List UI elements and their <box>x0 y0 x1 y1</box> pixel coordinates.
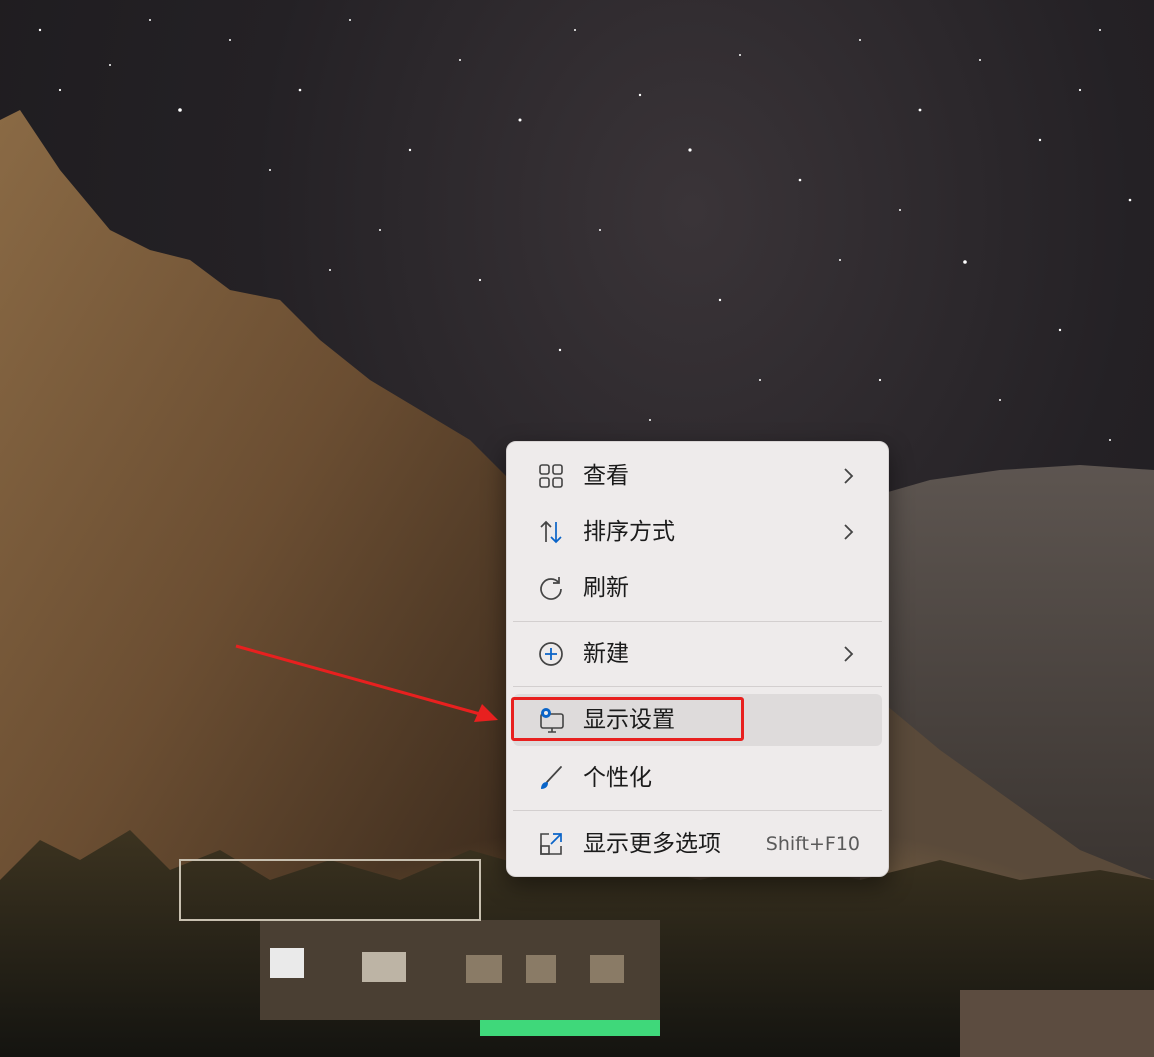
menu-item-label: 刷新 <box>583 575 629 601</box>
menu-separator <box>513 686 882 687</box>
menu-item-personalize[interactable]: 个性化 <box>513 752 882 804</box>
add-circle-icon <box>539 642 563 666</box>
menu-item-label: 查看 <box>583 463 629 489</box>
chevron-right-icon <box>844 646 854 662</box>
keyboard-shortcut: Shift+F10 <box>765 833 860 855</box>
refresh-icon <box>540 577 562 600</box>
open-external-icon <box>540 833 562 855</box>
sort-arrows-icon <box>540 520 562 544</box>
brush-icon <box>541 766 562 789</box>
menu-item-label: 个性化 <box>583 765 652 791</box>
annotation-highlight-box <box>511 697 744 741</box>
desktop-context-menu: 查看 排序方式 刷新 新建 显示设置 个性化 显示更多选项 Shift+F10 <box>506 441 889 877</box>
menu-separator <box>513 621 882 622</box>
chevron-right-icon <box>844 468 854 484</box>
menu-item-new[interactable]: 新建 <box>513 628 882 680</box>
menu-item-label: 排序方式 <box>583 519 675 545</box>
menu-item-label: 新建 <box>583 641 629 667</box>
desktop[interactable]: 查看 排序方式 刷新 新建 显示设置 个性化 显示更多选项 Shift+F10 <box>0 0 1154 1057</box>
menu-separator <box>513 810 882 811</box>
menu-item-view[interactable]: 查看 <box>513 450 882 502</box>
menu-item-label: 显示更多选项 <box>583 831 721 857</box>
menu-item-sort-by[interactable]: 排序方式 <box>513 506 882 558</box>
chevron-right-icon <box>844 524 854 540</box>
menu-item-show-more-options[interactable]: 显示更多选项 Shift+F10 <box>513 818 882 870</box>
menu-item-refresh[interactable]: 刷新 <box>513 562 882 614</box>
grid-view-icon <box>539 464 563 488</box>
